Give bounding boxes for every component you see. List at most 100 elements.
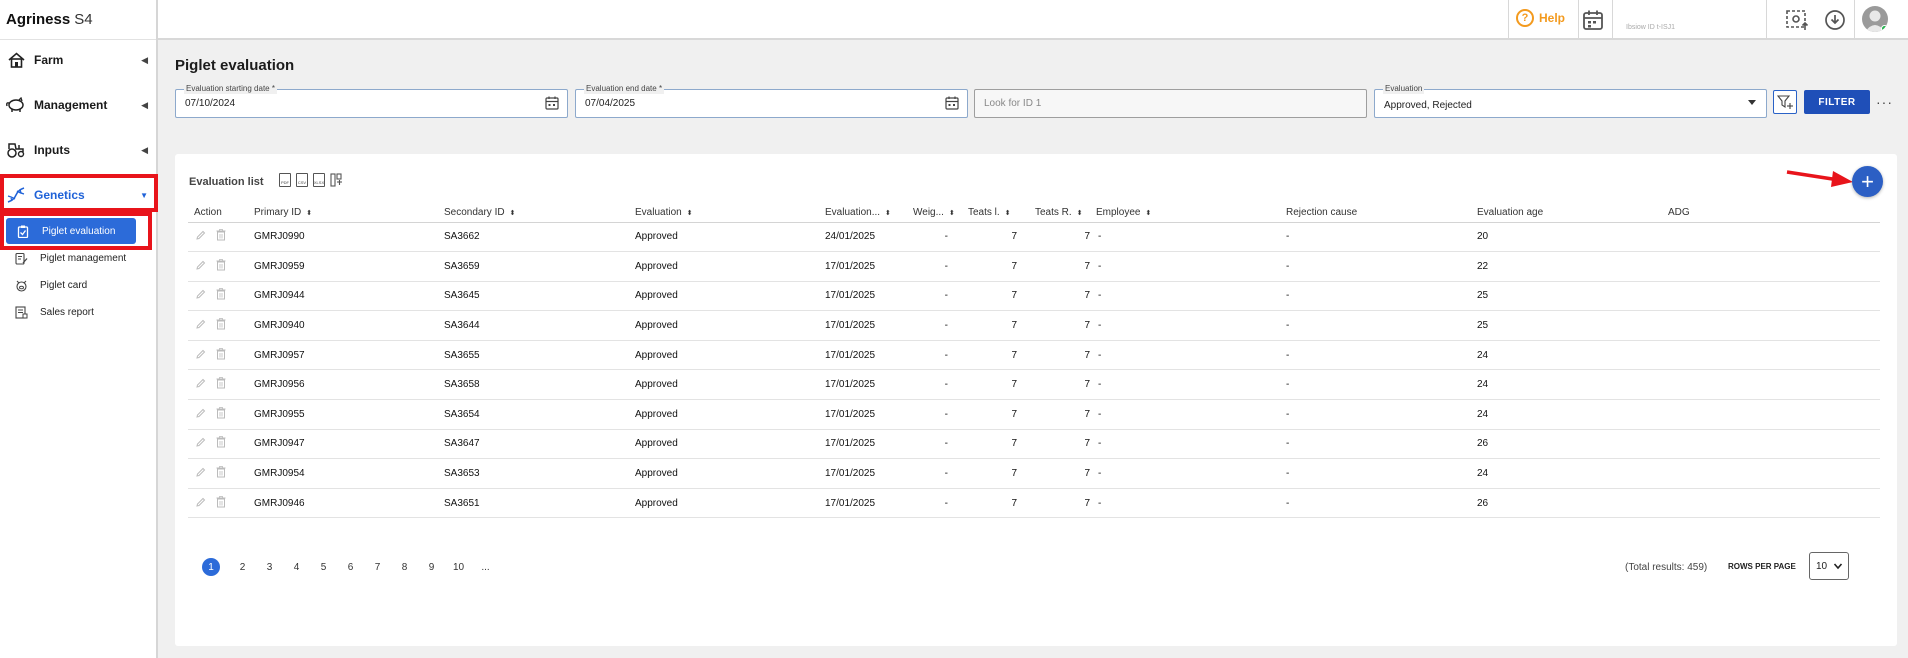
page-button[interactable]: 9 [418,562,445,573]
sort-icon[interactable]: ⬍ [885,210,891,217]
column-settings-icon[interactable] [330,173,343,190]
edit-icon[interactable] [196,319,206,332]
edit-icon[interactable] [196,349,206,362]
filter-add-button[interactable] [1773,90,1797,114]
evaluation-label: Evaluation [1383,84,1425,94]
cell-primary-id: GMRJ0956 [254,369,444,401]
cell-weight: - [913,458,956,489]
table-row[interactable]: GMRJ0947 SA3647 Approved 17/01/2025-7 7- -26 [188,429,1880,460]
user-avatar[interactable] [1862,6,1888,32]
sort-icon[interactable]: ⬍ [306,210,312,217]
help-button[interactable]: ? Help [1516,9,1565,27]
calendar-icon[interactable] [1580,7,1606,33]
sidebar-item-farm[interactable]: Farm ◀ [0,45,158,75]
edit-icon[interactable] [196,437,206,450]
brand-name: Agriness [6,11,71,28]
edit-icon[interactable] [196,408,206,421]
cell-action [188,458,254,489]
sort-icon[interactable]: ⬍ [687,210,693,217]
page-button[interactable]: 4 [283,562,310,573]
page-ellipsis[interactable]: ... [472,562,499,573]
table-row[interactable]: GMRJ0955 SA3654 Approved 17/01/2025-7 7- -24 [188,399,1880,430]
page-button[interactable]: 7 [364,562,391,573]
top-bar: ? Help Ibsiow ID t-ISJ1 [158,0,1908,40]
page-button[interactable]: 8 [391,562,418,573]
cell-primary-id: GMRJ0959 [254,251,444,282]
online-status-icon [1881,25,1888,32]
calendar-icon[interactable] [545,96,559,113]
trash-icon[interactable] [216,318,226,333]
table-row[interactable]: GMRJ0954 SA3653 Approved 17/01/2025-7 7- -24 [188,458,1880,489]
sort-icon[interactable]: ⬍ [949,210,955,217]
page-button-current[interactable]: 1 [202,558,220,576]
export-xlsx-icon[interactable]: XLSX [313,173,325,187]
edit-icon[interactable] [196,260,206,273]
page-button[interactable]: 3 [256,562,283,573]
sort-icon[interactable]: ⬍ [510,210,516,217]
scan-upload-icon[interactable] [1784,7,1810,33]
trash-icon[interactable] [216,466,226,481]
cell-evaluation-age: 25 [1477,281,1668,312]
evaluation-select[interactable]: Evaluation Approved, Rejected [1374,84,1767,118]
brand-suffix: S4 [74,11,93,28]
end-date-label: Evaluation end date * [584,84,665,94]
add-evaluation-button[interactable]: + [1852,166,1883,197]
trash-icon[interactable] [216,406,226,422]
trash-icon[interactable] [216,495,226,511]
page-button[interactable]: 10 [445,562,472,573]
column-header-primary-id[interactable]: Primary ID ⬍ [254,204,444,223]
export-pdf-icon[interactable]: PDF [279,173,291,187]
column-header-teats-right[interactable]: Teats R. ⬍ [1023,204,1096,223]
export-csv-icon[interactable]: CSV [296,173,308,187]
edit-icon[interactable] [196,378,206,391]
sort-icon[interactable]: ⬍ [1077,210,1083,217]
table-row[interactable]: GMRJ0956 SA3658 Approved 17/01/2025-7 7- -24 [188,369,1880,401]
column-header-teats-left[interactable]: Teats l. ⬍ [956,204,1023,223]
page-button[interactable]: 2 [229,562,256,573]
sidebar-subitem-piglet-card[interactable]: Piglet card [14,274,87,296]
table-row[interactable]: GMRJ0946 SA3651 Approved 17/01/2025-7 7- -26 [188,488,1880,519]
sidebar-subitem-piglet-management[interactable]: Piglet management [14,247,126,269]
filter-button[interactable]: FILTER [1804,90,1870,114]
trash-icon[interactable] [216,288,226,303]
table-row[interactable]: GMRJ0944 SA3645 Approved 17/01/2025-7 7- -25 [188,281,1880,312]
trash-icon[interactable] [216,436,226,451]
column-header-evaluation[interactable]: Evaluation ⬍ [635,204,825,223]
cell-evaluation-date: 17/01/2025 [825,458,913,489]
sidebar-subitem-sales-report[interactable]: Sales report [14,301,94,323]
column-header-employee[interactable]: Employee ⬍ [1096,204,1286,223]
edit-icon[interactable] [196,497,206,510]
column-header-evaluation-date[interactable]: Evaluation... ⬍ [825,204,913,223]
column-header-weight[interactable]: Weig... ⬍ [913,204,956,223]
cell-primary-id: GMRJ0990 [254,222,444,253]
sort-icon[interactable]: ⬍ [1145,210,1151,217]
pig-card-icon [14,278,28,292]
look-for-id-input[interactable]: Look for ID 1 [974,89,1367,118]
page-button[interactable]: 5 [310,562,337,573]
trash-icon[interactable] [216,347,226,363]
download-icon[interactable] [1822,7,1848,33]
trash-icon[interactable] [216,258,226,274]
sidebar-item-inputs[interactable]: Inputs ◀ [0,135,158,165]
more-options-button[interactable]: ··· [1876,94,1893,110]
edit-icon[interactable] [196,467,206,480]
app-brand[interactable]: Agriness S4 [0,0,156,40]
table-row[interactable]: GMRJ0959 SA3659 Approved 17/01/2025-7 7- -22 [188,251,1880,282]
start-date-field[interactable]: Evaluation starting date * 07/10/2024 [175,84,568,118]
cell-action [188,222,254,253]
trash-icon[interactable] [216,377,226,392]
edit-icon[interactable] [196,289,206,302]
edit-icon[interactable] [196,230,206,243]
column-header-secondary-id[interactable]: Secondary ID ⬍ [444,204,635,223]
table-row[interactable]: GMRJ0940 SA3644 Approved 17/01/2025-7 7- -25 [188,310,1880,341]
trash-icon[interactable] [216,229,226,244]
rows-per-page-select[interactable]: 10 [1809,552,1849,580]
end-date-field[interactable]: Evaluation end date * 07/04/2025 [575,84,968,118]
table-row[interactable]: GMRJ0957 SA3655 Approved 17/01/2025-7 7- -24 [188,340,1880,371]
calendar-icon[interactable] [945,96,959,113]
cell-teats-right: 7 [1023,222,1096,253]
table-row[interactable]: GMRJ0990 SA3662 Approved 24/01/2025-7 7- -20 [188,222,1880,253]
page-button[interactable]: 6 [337,562,364,573]
sidebar-item-management[interactable]: Management ◀ [0,90,158,120]
sort-icon[interactable]: ⬍ [1005,210,1011,217]
